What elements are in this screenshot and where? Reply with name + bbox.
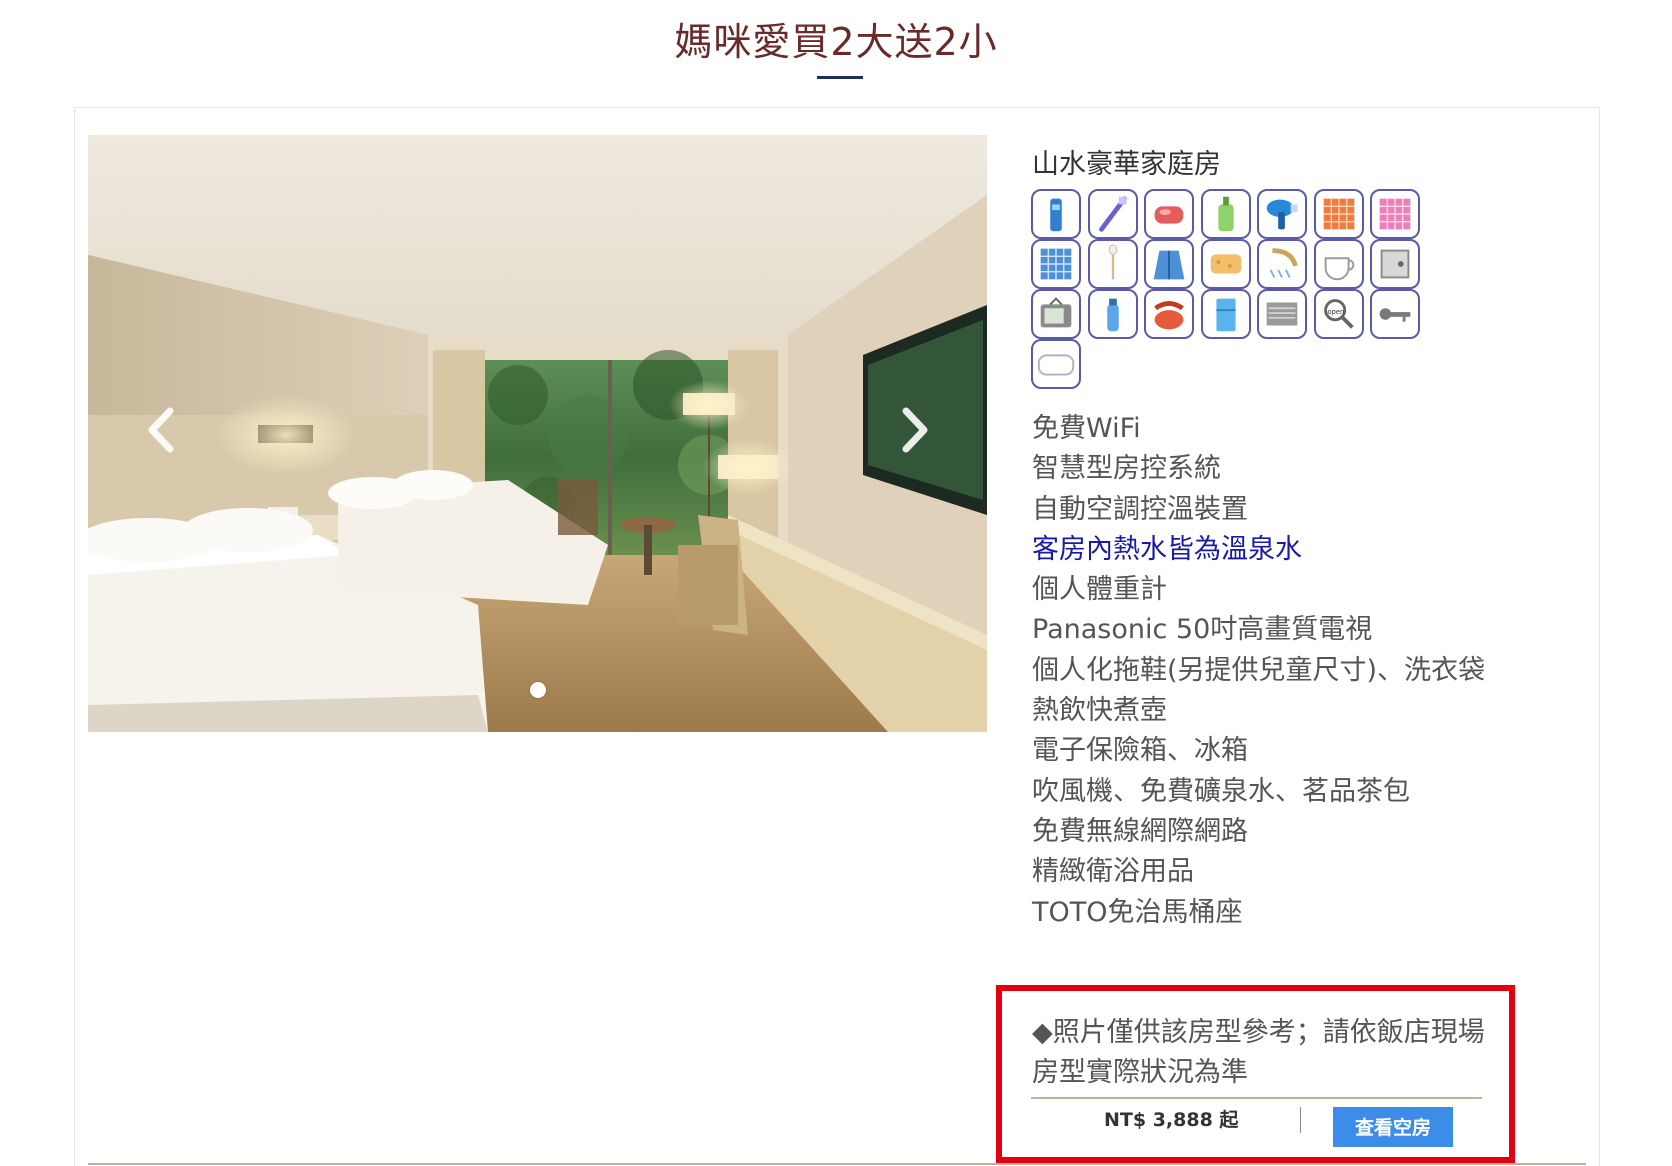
- teacup-icon: [1313, 239, 1364, 289]
- room-feature-item: 吹風機、免費礦泉水、茗品茶包: [1032, 775, 1410, 807]
- room-feature-item: 自動空調控溫裝置: [1032, 493, 1248, 525]
- telephone-icon: [1144, 289, 1194, 339]
- safe-box-icon: [1370, 239, 1420, 289]
- room-feature-item: 精緻衛浴用品: [1032, 856, 1194, 888]
- check-availability-button[interactable]: 查看空房: [1333, 1107, 1453, 1147]
- room-feature-item: TOTO免治馬桶座: [1032, 896, 1243, 928]
- orange-towel-icon: [1313, 189, 1364, 239]
- soap-icon: [1144, 189, 1194, 239]
- page: 媽咪愛買2大送2小 山水豪華家庭房 open 免費WiFi 智慧型房控系統 自動…: [0, 0, 1672, 1166]
- sponge-icon: [1200, 239, 1251, 289]
- open-sign-icon: open: [1313, 289, 1364, 339]
- room-feature-item: 客房內熱水皆為溫泉水: [1032, 533, 1302, 565]
- water-bottle-icon: [1087, 289, 1138, 339]
- pink-towel-icon: [1370, 189, 1420, 239]
- card-bottom-rule: [88, 1163, 1586, 1165]
- svg-text:open: open: [1327, 308, 1344, 316]
- room-price: NT$ 3,888 起: [1104, 1109, 1239, 1131]
- price-divider-rule: [1031, 1097, 1482, 1099]
- carousel-indicator-dot[interactable]: [530, 682, 546, 698]
- room-photo: [88, 135, 987, 732]
- room-feature-item: 個人體重計: [1032, 574, 1167, 606]
- room-feature-item: 免費無線網際網路: [1032, 815, 1248, 847]
- shower-icon: [1257, 239, 1307, 289]
- chevron-right-icon: [902, 407, 928, 453]
- blue-towel-icon: [1031, 239, 1081, 289]
- television-icon: [1031, 289, 1081, 339]
- shampoo-bottle-icon: [1200, 189, 1251, 239]
- toothbrush-icon: [1087, 189, 1138, 239]
- air-conditioner-icon: [1257, 289, 1307, 339]
- photo-notice: ◆照片僅供該房型參考；請依飯店現場房型實際狀況為準: [1032, 1017, 1485, 1088]
- hair-dryer-icon: [1257, 189, 1307, 239]
- carousel-prev-button[interactable]: [146, 405, 176, 455]
- chevron-left-icon: [148, 407, 174, 453]
- bathrobe-icon: [1144, 239, 1194, 289]
- room-feature-item: 個人化拖鞋(另提供兒童尺寸)、洗衣袋: [1032, 654, 1486, 686]
- room-feature-item: 免費WiFi: [1032, 413, 1141, 444]
- promo-title: 媽咪愛買2大送2小: [674, 20, 998, 64]
- room-feature-item: Panasonic 50吋高畫質電視: [1032, 614, 1373, 646]
- title-underline: [817, 76, 863, 79]
- carousel-next-button[interactable]: [900, 405, 930, 455]
- room-name: 山水豪華家庭房: [1032, 149, 1221, 180]
- refrigerator-icon: [1200, 289, 1251, 339]
- price-separator: [1300, 1107, 1301, 1133]
- cotton-swab-icon: [1087, 239, 1138, 289]
- room-photo-carousel[interactable]: [88, 135, 987, 732]
- room-feature-item: 熱飲快煮壺: [1032, 695, 1167, 727]
- toothbrush-cup-icon: [1031, 189, 1081, 239]
- room-feature-item: 電子保險箱、冰箱: [1032, 735, 1248, 767]
- room-feature-item: 智慧型房控系統: [1032, 453, 1221, 485]
- room-key-icon: [1370, 289, 1420, 339]
- room-features-list: 免費WiFi 智慧型房控系統 自動空調控溫裝置客房內熱水皆為溫泉水 個人體重計 Pana…: [1032, 409, 1502, 933]
- pillow-icon: [1031, 339, 1081, 389]
